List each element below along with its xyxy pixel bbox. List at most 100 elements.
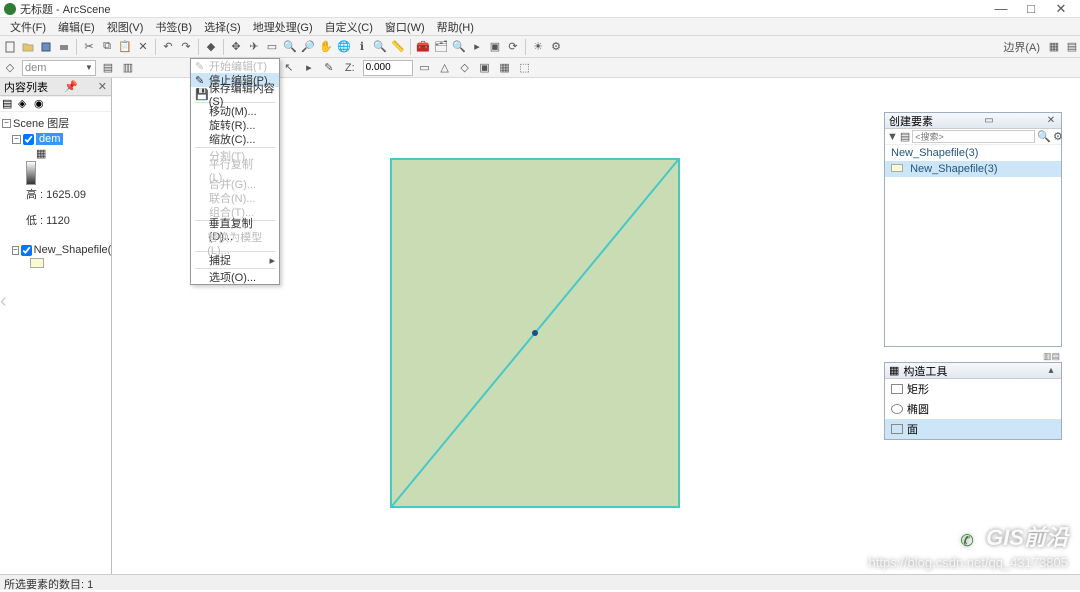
editor-dropdown-menu: ✎开始编辑(T) ✎停止编辑(P) 💾保存编辑内容(S) 移动(M)... 旋转… <box>190 58 280 285</box>
select-icon[interactable]: ▭ <box>264 39 280 55</box>
left-chevron-handle[interactable]: ‹ <box>0 290 7 313</box>
layer-visibility-checkbox[interactable] <box>23 134 34 145</box>
gear-icon[interactable]: ⚙ <box>1053 129 1063 145</box>
list-by-source-icon[interactable]: ◈ <box>18 97 32 111</box>
edit-tool-e[interactable]: ▦ <box>497 60 513 76</box>
boundary-icon-1[interactable]: ▦ <box>1046 39 1062 55</box>
model-icon[interactable]: ▣ <box>487 39 503 55</box>
edit-tool-sketch[interactable]: ✎ <box>321 60 337 76</box>
layer-tool-2[interactable]: ▥ <box>120 60 136 76</box>
save-icon[interactable] <box>38 39 54 55</box>
chevron-up-icon[interactable]: ▴ <box>1045 365 1057 376</box>
panel-resize-handle[interactable]: ▥▤ <box>884 351 1062 362</box>
toc-close[interactable]: ✕ <box>98 80 107 93</box>
search-icon[interactable]: 🔍 <box>451 39 467 55</box>
menu-scale[interactable]: 缩放(C)... <box>191 132 279 146</box>
menu-window[interactable]: 窗口(W) <box>379 19 431 35</box>
tree-root[interactable]: − Scene 图层 <box>2 114 109 132</box>
vertex-marker[interactable] <box>532 330 538 336</box>
catalog-icon[interactable]: 🗂 <box>433 39 449 55</box>
menu-bookmarks[interactable]: 书签(B) <box>149 19 198 35</box>
template-icon[interactable]: ▤ <box>900 129 910 145</box>
edit-tool-pointer[interactable]: ↖ <box>281 60 297 76</box>
menu-geoprocessing[interactable]: 地理处理(G) <box>247 19 319 35</box>
tool-rectangle[interactable]: 矩形 <box>885 379 1061 399</box>
zoom-in-icon[interactable]: 🔍 <box>282 39 298 55</box>
maximize-button[interactable]: □ <box>1016 1 1046 16</box>
add-data-icon[interactable]: ◆ <box>203 39 219 55</box>
pan-icon[interactable]: ✋ <box>318 39 334 55</box>
panel-close-icon[interactable]: ✕ <box>1045 115 1057 126</box>
redo-icon[interactable]: ↷ <box>178 39 194 55</box>
panel-dock-icon[interactable]: ▭ <box>983 115 995 126</box>
undo-icon[interactable]: ↶ <box>160 39 176 55</box>
close-button[interactable]: ✕ <box>1046 1 1076 17</box>
toc-pin[interactable]: 📌 <box>64 80 78 93</box>
layer-icon[interactable]: ◇ <box>2 60 18 76</box>
toolbox-icon[interactable]: 🧰 <box>415 39 431 55</box>
window-title: 无标题 - ArcScene <box>20 1 986 17</box>
tree-layer-dem[interactable]: − dem <box>2 132 109 146</box>
zoom-out-icon[interactable]: 🔎 <box>300 39 316 55</box>
menu-help[interactable]: 帮助(H) <box>431 19 480 35</box>
boundary-icon-2[interactable]: ▤ <box>1064 39 1080 55</box>
layer-tool-1[interactable]: ▤ <box>100 60 116 76</box>
layer-dem-label[interactable]: dem <box>36 133 63 145</box>
color-ramp <box>26 161 36 185</box>
settings-icon[interactable]: ⚙ <box>548 39 564 55</box>
delete-icon[interactable]: ✕ <box>135 39 151 55</box>
title-bar: 无标题 - ArcScene — □ ✕ <box>0 0 1080 18</box>
cut-icon[interactable]: ✂ <box>81 39 97 55</box>
edit-tool-c[interactable]: ◇ <box>457 60 473 76</box>
construction-tools-title: 构造工具 <box>903 363 947 379</box>
refresh-icon[interactable]: ⟳ <box>505 39 521 55</box>
menu-save-edits[interactable]: 💾保存编辑内容(S) <box>191 87 279 101</box>
find-icon[interactable]: 🔍 <box>372 39 388 55</box>
minimize-button[interactable]: — <box>986 1 1016 16</box>
collapse-icon[interactable]: − <box>12 246 19 255</box>
layer-toolbar: ◇ dem ▼ ▤ ▥ 3D 编辑器(R) ▾ ↖ ▸ ✎ Z: ▭ △ ◇ ▣… <box>0 58 1080 78</box>
menu-customize[interactable]: 自定义(C) <box>319 19 379 35</box>
collapse-icon[interactable]: − <box>2 119 11 128</box>
print-icon[interactable] <box>56 39 72 55</box>
edit-tool-vertex[interactable]: ▸ <box>301 60 317 76</box>
full-extent-icon[interactable]: 🌐 <box>336 39 352 55</box>
collapse-icon[interactable]: − <box>12 135 21 144</box>
layer-visibility-checkbox[interactable] <box>21 245 32 256</box>
z-value-input[interactable] <box>363 60 413 76</box>
menu-view[interactable]: 视图(V) <box>101 19 150 35</box>
menu-options[interactable]: 选项(O)... <box>191 270 279 284</box>
menu-rotate[interactable]: 旋转(R)... <box>191 118 279 132</box>
feature-template-item[interactable]: New_Shapefile(3) <box>885 161 1061 177</box>
identify-icon[interactable]: ℹ <box>354 39 370 55</box>
edit-tool-a[interactable]: ▭ <box>417 60 433 76</box>
open-icon[interactable] <box>20 39 36 55</box>
fly-icon[interactable]: ✈ <box>246 39 262 55</box>
sun-icon[interactable]: ☀ <box>530 39 546 55</box>
feature-search-input[interactable] <box>912 130 1035 143</box>
paste-icon[interactable]: 📋 <box>117 39 133 55</box>
menu-file[interactable]: 文件(F) <box>4 19 52 35</box>
edit-tool-b[interactable]: △ <box>437 60 453 76</box>
polygon-feature[interactable] <box>390 158 680 508</box>
filter-icon[interactable]: ▼ <box>887 129 898 145</box>
z-label: Z: <box>341 62 359 74</box>
menu-edit[interactable]: 编辑(E) <box>52 19 101 35</box>
nav-icon[interactable]: ✥ <box>228 39 244 55</box>
tool-ellipse[interactable]: 椭圆 <box>885 399 1061 419</box>
copy-icon[interactable]: ⧉ <box>99 39 115 55</box>
new-icon[interactable] <box>2 39 18 55</box>
python-icon[interactable]: ▸ <box>469 39 485 55</box>
list-by-drawing-icon[interactable]: ▤ <box>2 97 16 111</box>
menu-selection[interactable]: 选择(S) <box>198 19 247 35</box>
feature-template-label: New_Shapefile(3) <box>910 163 997 175</box>
measure-icon[interactable]: 📏 <box>390 39 406 55</box>
list-by-visibility-icon[interactable]: ◉ <box>34 97 48 111</box>
edit-tool-f[interactable]: ⬚ <box>517 60 533 76</box>
menu-replace-model: 替换为模型(L)... <box>191 236 279 250</box>
tool-polygon[interactable]: 面 <box>885 419 1061 439</box>
search-icon[interactable]: 🔍 <box>1037 129 1051 145</box>
layer-combo[interactable]: dem ▼ <box>22 60 96 76</box>
tree-layer-shapefile[interactable]: − New_Shapefile(3) <box>2 243 109 257</box>
edit-tool-d[interactable]: ▣ <box>477 60 493 76</box>
